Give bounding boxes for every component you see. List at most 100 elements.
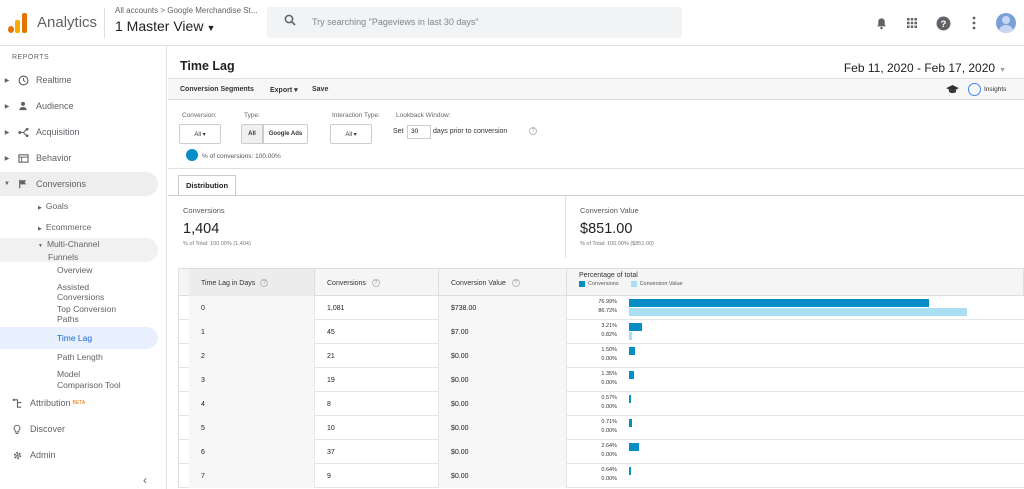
cell-percentage: 1.50% 0.00%	[567, 344, 1023, 368]
save-button[interactable]: Save	[312, 86, 328, 93]
expand-arrow-icon: ▶	[4, 129, 10, 136]
table-row[interactable]: 6 37 $0.00 2.64% 0.00%	[178, 440, 1024, 464]
interaction-type-select[interactable]: All ▾	[330, 124, 372, 144]
tab-distribution[interactable]: Distribution	[178, 175, 236, 195]
table-row[interactable]: 5 10 $0.00 0.71% 0.00%	[178, 416, 1024, 440]
sidebar-subitem-ecommerce[interactable]: ▶ Ecommerce	[0, 222, 158, 232]
analytics-logo-icon[interactable]	[8, 13, 28, 33]
pct-conversions-label: 2.64%	[601, 443, 617, 449]
sidebar-item-admin[interactable]: Admin	[0, 443, 158, 467]
table-row[interactable]: 1 45 $7.00 3.21% 0.82%	[178, 320, 1024, 344]
sidebar-item-realtime[interactable]: ▶ Realtime	[0, 68, 158, 92]
conversion-value-bar	[629, 308, 967, 316]
conversion-value-bar	[629, 332, 632, 340]
user-avatar[interactable]	[996, 13, 1016, 33]
conversions-bar	[629, 419, 632, 427]
cell-conversion-value: $0.00	[439, 416, 567, 440]
conversion-segments-button[interactable]: Conversion Segments	[180, 86, 254, 93]
lookback-days-input[interactable]: 30	[407, 125, 431, 139]
cell-conversion-value: $7.00	[439, 320, 567, 344]
days-prior-label: days prior to conversion	[433, 128, 508, 135]
cell-percentage: 0.57% 0.00%	[567, 392, 1023, 416]
top-bar: Analytics All accounts > Google Merchand…	[0, 0, 1024, 46]
sidebar-item-audience[interactable]: ▶ Audience	[0, 94, 158, 118]
view-selector[interactable]: 1 Master View ▼	[115, 18, 215, 34]
header-percentage: Percentage of total Conversions Conversi…	[567, 269, 1023, 297]
sidebar-item-discover[interactable]: Discover	[0, 417, 158, 441]
sidebar-subitem-multichannel-funnels[interactable]: ▼ Multi-Channel Funnels	[0, 238, 158, 262]
date-range-picker[interactable]: Feb 11, 2020 - Feb 17, 2020 ▼	[844, 61, 1006, 75]
help-icon[interactable]: ?	[371, 279, 380, 287]
notifications-bell-icon[interactable]	[872, 14, 890, 32]
table-row[interactable]: 3 19 $0.00 1.35% 0.00%	[178, 368, 1024, 392]
sidebar-item-attribution[interactable]: Attribution BETA	[0, 391, 158, 415]
apps-grid-icon[interactable]	[903, 14, 921, 32]
graduation-cap-icon[interactable]	[946, 85, 959, 96]
conversion-value-scorecard: Conversion Value $851.00 % of Total: 100…	[566, 196, 1024, 258]
report-toolbar: Conversion Segments Export ▾ Save Insigh…	[168, 78, 1024, 100]
percentage-header-label: Percentage of total	[579, 272, 638, 279]
type-all-toggle[interactable]: All	[241, 124, 263, 144]
cell-conversions: 19	[315, 368, 439, 392]
sidebar-subitem-model-comparison[interactable]: Model Comparison Tool	[0, 369, 158, 391]
header-conversions[interactable]: Conversions?	[315, 269, 439, 297]
insights-icon	[968, 83, 981, 96]
help-icon[interactable]: ?	[934, 14, 952, 32]
sidebar-subitem-path-length[interactable]: Path Length	[0, 352, 158, 362]
more-vert-icon[interactable]	[965, 14, 983, 32]
pct-value-label: 0.00%	[601, 404, 617, 410]
conversions-legend-dot[interactable]	[186, 149, 198, 161]
sidebar-subitem-time-lag[interactable]: Time Lag	[0, 327, 158, 349]
conversions-bar	[629, 371, 634, 379]
scorecard-label: Conversion Value	[580, 206, 639, 215]
search-bar[interactable]: Try searching "Pageviews in last 30 days…	[267, 7, 682, 38]
table-row[interactable]: 4 8 $0.00 0.57% 0.00%	[178, 392, 1024, 416]
type-google-ads-toggle[interactable]: Google Ads	[263, 124, 308, 144]
account-breadcrumb[interactable]: All accounts > Google Merchandise St...	[115, 6, 258, 15]
pct-value-label: 0.00%	[601, 428, 617, 434]
sidebar-item-behavior[interactable]: ▶ Behavior	[0, 146, 158, 170]
help-icon[interactable]: ?	[529, 127, 537, 135]
header-conversion-value[interactable]: Conversion Value?	[439, 269, 567, 297]
pct-value-label: 0.00%	[601, 356, 617, 362]
attribution-icon	[8, 396, 26, 410]
help-icon[interactable]: ?	[511, 279, 520, 287]
cell-time-lag: 6	[189, 440, 315, 464]
cell-conversion-value: $0.00	[439, 392, 567, 416]
sidebar-item-acquisition[interactable]: ▶ Acquisition	[0, 120, 158, 144]
sidebar-subitem-overview[interactable]: Overview	[0, 265, 158, 275]
header-time-lag[interactable]: Time Lag in Days?	[189, 269, 315, 297]
insights-button[interactable]: Insights	[968, 83, 1006, 96]
collapse-sidebar-chevron-icon[interactable]: ‹	[143, 473, 147, 487]
cell-percentage: 2.64% 0.00%	[567, 440, 1023, 464]
help-icon[interactable]: ?	[260, 279, 269, 287]
conversion-filter-select[interactable]: All ▾	[179, 124, 221, 144]
scorecard-label: Conversions	[183, 206, 225, 215]
value-legend-swatch	[630, 281, 637, 287]
table-row[interactable]: 0 1,081 $738.00 76.99% 86.72%	[178, 296, 1024, 320]
sidebar-item-label: Conversions	[36, 179, 87, 189]
sidebar-item-label: Behavior	[36, 153, 72, 163]
search-icon	[284, 14, 296, 26]
reports-section-label: REPORTS	[12, 54, 50, 61]
pct-conversions-label: 0.64%	[601, 467, 617, 473]
pct-value-label: 0.00%	[601, 476, 617, 482]
export-button[interactable]: Export ▾	[270, 86, 298, 94]
sidebar-item-conversions[interactable]: ▼ Conversions	[0, 172, 158, 196]
table-row[interactable]: 2 21 $0.00 1.50% 0.00%	[178, 344, 1024, 368]
conversions-bar	[629, 347, 635, 355]
cell-conversions: 8	[315, 392, 439, 416]
sidebar-item-label: Audience	[36, 101, 74, 111]
sidebar-subitem-top-conversion-paths[interactable]: Top Conversion Paths	[0, 304, 158, 324]
gear-icon	[8, 448, 26, 462]
conversions-bar	[629, 323, 642, 331]
search-placeholder: Try searching "Pageviews in last 30 days…	[312, 17, 479, 27]
sidebar-subitem-goals[interactable]: ▶ Goals	[0, 201, 158, 211]
sidebar-subitem-assisted-conversions[interactable]: Assisted Conversions	[0, 282, 158, 302]
table-row[interactable]: 7 9 $0.00 0.64% 0.00%	[178, 464, 1024, 488]
svg-text:?: ?	[940, 19, 946, 30]
app-name[interactable]: Analytics	[37, 14, 97, 31]
sidebar: REPORTS ▶ Realtime ▶ Audience ▶ Acquisit…	[0, 46, 167, 489]
pct-conversions-label: 3.21%	[601, 323, 617, 329]
pct-value-label: 86.72%	[598, 308, 617, 314]
